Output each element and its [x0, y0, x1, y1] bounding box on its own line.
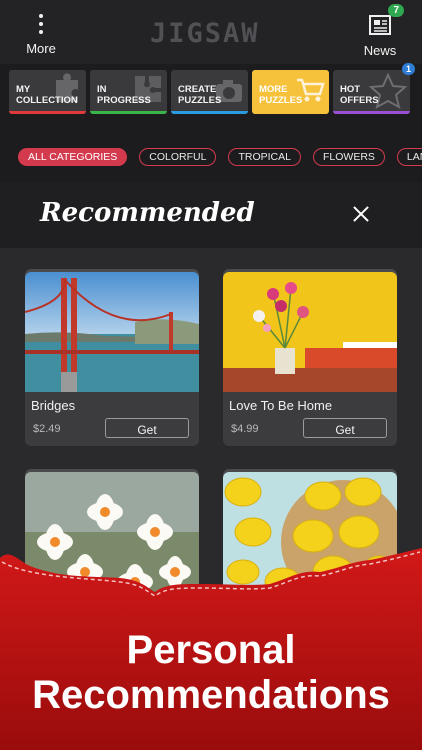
card-title: Bridges: [31, 398, 76, 413]
tile-accent-bar: [171, 111, 248, 114]
panel-title: Recommended: [40, 198, 255, 228]
chip-flowers[interactable]: FLOWERS: [312, 148, 385, 166]
app-logo: JIGSAW: [150, 18, 260, 49]
hot-offers-badge: 1: [402, 63, 416, 75]
tile-accent-bar: [90, 111, 167, 114]
news-button[interactable]: 7 News: [358, 4, 404, 60]
newspaper-icon: [369, 15, 391, 35]
card-title: Love To Be Home: [229, 398, 333, 413]
category-chips: ALL CATEGORIES COLORFUL TROPICAL FLOWERS…: [18, 148, 422, 166]
more-dots-icon: [20, 14, 62, 34]
bridge-image: [25, 272, 199, 392]
top-bar: More JIGSAW 7 News: [0, 0, 422, 64]
promo-headline: Personal Recommendations: [32, 628, 390, 717]
chip-tropical[interactable]: TROPICAL: [228, 148, 301, 166]
chip-landscapes[interactable]: LAN: [396, 148, 422, 166]
close-icon[interactable]: [349, 202, 373, 226]
tile-accent-bar: [333, 111, 410, 114]
flowers-vase-image: [223, 272, 397, 392]
tile-more-puzzles[interactable]: MORE PUZZLES: [252, 70, 329, 114]
card-price: $2.49: [33, 423, 61, 435]
tile-in-progress[interactable]: IN PROGRESS: [90, 70, 167, 114]
tile-label: CREATE PUZZLES: [178, 84, 222, 106]
tile-label: MORE PUZZLES: [259, 84, 303, 106]
get-button[interactable]: Get: [303, 418, 387, 438]
category-tiles: MY COLLECTION IN PROGRESS CREATE PUZZLES MO…: [9, 70, 410, 114]
get-button[interactable]: Get: [105, 418, 189, 438]
more-label: More: [26, 41, 56, 56]
puzzle-card[interactable]: Bridges $2.49 Get: [25, 272, 199, 446]
tile-label: HOT OFFERS: [340, 84, 379, 106]
news-label: News: [363, 43, 397, 58]
tile-create-puzzles[interactable]: CREATE PUZZLES: [171, 70, 248, 114]
more-button[interactable]: More: [20, 14, 62, 58]
tile-my-collection[interactable]: MY COLLECTION: [9, 70, 86, 114]
tile-accent-bar: [9, 111, 86, 114]
chip-all-categories[interactable]: ALL CATEGORIES: [18, 148, 128, 166]
card-price: $4.99: [231, 423, 259, 435]
tile-label: MY COLLECTION: [16, 84, 78, 106]
puzzle-card[interactable]: Love To Be Home $4.99 Get: [223, 272, 397, 446]
tile-hot-offers[interactable]: HOT OFFERS: [333, 70, 410, 114]
news-count-badge: 7: [388, 4, 404, 17]
chip-colorful[interactable]: COLORFUL: [139, 148, 217, 166]
tile-label: IN PROGRESS: [97, 84, 151, 106]
